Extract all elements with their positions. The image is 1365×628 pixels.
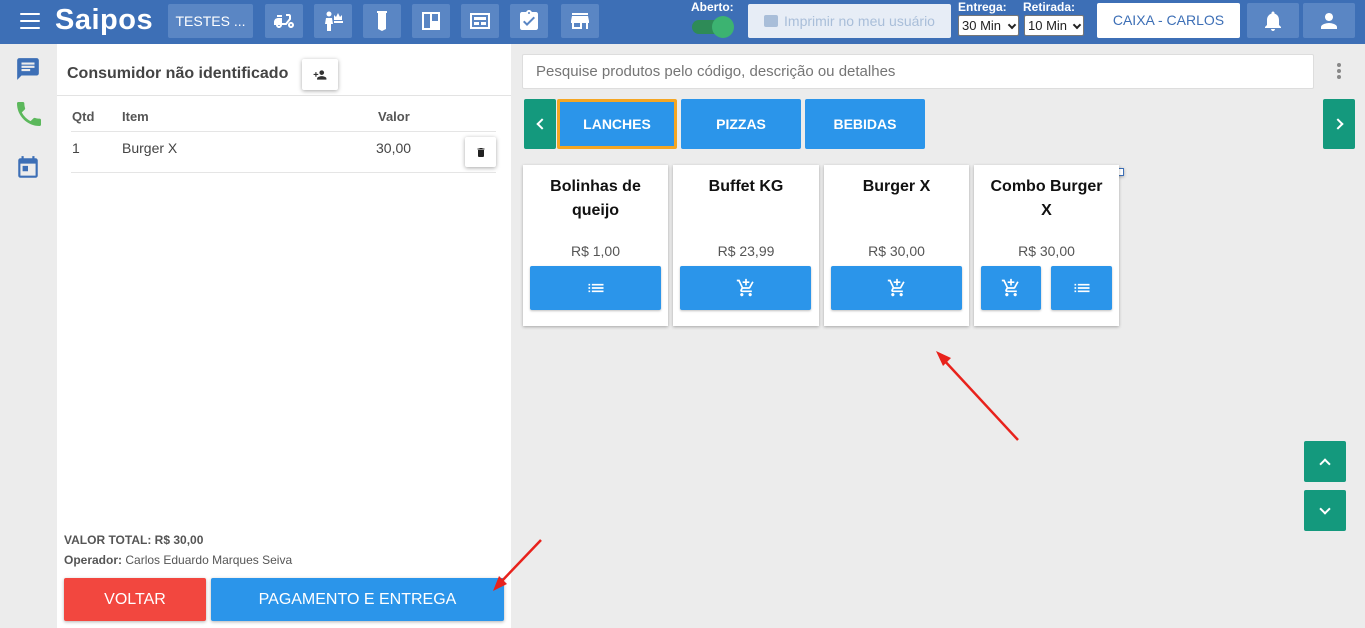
column-qty: Qtd [72, 109, 95, 124]
open-toggle[interactable] [692, 16, 734, 38]
top-bar: Saipos TESTES ... Aberto: Imprimir no me… [0, 0, 1365, 176]
divider [71, 131, 496, 132]
operator-info: Operador: Carlos Eduardo Marques Seiva [64, 553, 293, 567]
pickup-time-select[interactable]: 10 Min [1024, 15, 1084, 36]
trash-icon [477, 147, 484, 157]
add-cart-icon [736, 278, 754, 297]
product-search-input[interactable] [536, 55, 1313, 88]
delivery-time-select[interactable]: 30 Min [958, 15, 1019, 36]
item-name: Burger X [122, 140, 178, 156]
product-name: Bolinhas de queijo [550, 178, 641, 219]
add-cart-icon [887, 278, 905, 297]
payment-and-delivery-button[interactable]: PAGAMENTO E ENTREGA [211, 578, 504, 621]
product-card[interactable]: Buffet KG R$ 23,99 [673, 165, 819, 326]
category-lanches[interactable]: LANCHES [557, 99, 677, 149]
product-details-button[interactable] [530, 266, 661, 310]
open-status-label: Aberto: [691, 0, 734, 14]
order-panel: Consumidor não identificado Qtd Item Val… [57, 44, 511, 628]
add-person-icon [313, 69, 327, 80]
tab-order-icon[interactable] [363, 4, 401, 38]
phone-icon[interactable] [13, 98, 45, 130]
add-to-cart-button[interactable] [981, 266, 1041, 310]
customer-name: Consumidor não identificado [67, 65, 289, 82]
chevron-down-icon [1319, 502, 1331, 515]
category-bebidas[interactable]: BEBIDAS [805, 99, 925, 149]
chat-icon[interactable] [15, 56, 41, 82]
categories-next-button[interactable] [1323, 99, 1355, 149]
add-to-cart-button[interactable] [680, 266, 811, 310]
delivery-icon[interactable] [265, 4, 303, 38]
calendar-icon[interactable] [15, 155, 41, 181]
product-name: Buffet KG [708, 178, 784, 195]
pickup-time-label: Retirada: [1023, 0, 1076, 14]
chevron-down-icon [1007, 20, 1017, 30]
back-button[interactable]: VOLTAR [64, 578, 206, 621]
divider [71, 172, 496, 173]
product-card[interactable]: Combo Burger X R$ 30,00 [974, 165, 1119, 326]
chevron-down-icon [1072, 20, 1082, 30]
menu-icon[interactable] [20, 13, 40, 29]
user-menu-button[interactable] [1303, 3, 1355, 38]
product-search[interactable] [522, 54, 1314, 89]
cashier-button[interactable]: CAIXA - CARLOS [1097, 3, 1240, 176]
counter-icon[interactable] [461, 4, 499, 38]
left-rail [0, 44, 57, 628]
product-name: Combo Burger X [990, 178, 1103, 219]
add-customer-button[interactable] [302, 59, 338, 90]
product-price: R$ 1,00 [570, 243, 621, 259]
product-card[interactable]: Burger X R$ 30,00 [824, 165, 969, 326]
kanban-icon[interactable] [412, 4, 450, 38]
user-icon [1321, 12, 1337, 29]
checklist-icon[interactable] [510, 4, 548, 38]
product-card[interactable]: Bolinhas de queijo R$ 1,00 [523, 165, 668, 326]
scroll-up-button[interactable] [1304, 441, 1346, 482]
product-price: R$ 30,00 [868, 243, 925, 259]
product-name: Burger X [862, 178, 931, 195]
category-pizzas[interactable]: PIZZAS [681, 99, 801, 149]
categories-prev-button[interactable] [524, 99, 556, 149]
chevron-up-icon [1319, 458, 1331, 470]
chevron-left-icon [535, 118, 548, 130]
product-price: R$ 30,00 [1018, 243, 1075, 259]
column-item: Item [122, 109, 149, 124]
logo: Saipos [55, 4, 154, 36]
item-qty: 1 [72, 140, 80, 156]
bell-icon [1265, 11, 1281, 31]
chevron-right-icon [1331, 118, 1344, 130]
table-service-icon[interactable] [314, 4, 352, 38]
delete-item-button[interactable] [465, 137, 496, 167]
product-details-button[interactable] [1051, 266, 1112, 310]
notifications-button[interactable] [1247, 3, 1299, 38]
order-total: VALOR TOTAL: R$ 30,00 [64, 533, 204, 547]
item-value: 30,00 [376, 140, 412, 156]
product-price: R$ 23,99 [717, 243, 775, 259]
print-my-user-button[interactable]: Imprimir no meu usuário [748, 4, 951, 38]
list-icon [588, 283, 603, 293]
more-options-icon[interactable] [1337, 63, 1341, 79]
store-selector-button[interactable]: TESTES ... [168, 4, 253, 38]
add-cart-icon [1001, 278, 1019, 297]
list-icon [1074, 283, 1089, 293]
column-value: Valor [378, 109, 410, 124]
add-to-cart-button[interactable] [831, 266, 962, 310]
divider [57, 95, 511, 96]
store-icon[interactable] [561, 4, 599, 38]
delivery-time-label: Entrega: [958, 0, 1007, 14]
printer-icon [764, 15, 779, 27]
scroll-down-button[interactable] [1304, 490, 1346, 531]
